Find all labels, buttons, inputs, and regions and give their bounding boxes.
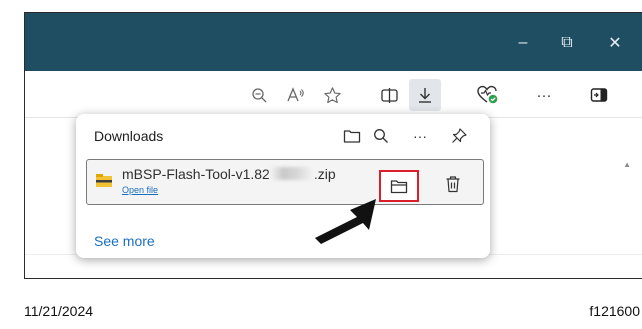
restore-icon[interactable]: ⧉	[557, 33, 577, 53]
download-item[interactable]: mBSP-Flash-Tool-v1.82 .zip Open file	[86, 159, 484, 205]
browser-toolbar: ···	[25, 71, 642, 117]
close-icon[interactable]: ✕	[605, 33, 625, 53]
figure-id: f121600	[589, 303, 640, 319]
pin-icon[interactable]	[448, 125, 470, 147]
footer-date: 11/21/2024	[24, 303, 94, 319]
split-screen-icon[interactable]	[377, 83, 401, 107]
title-bar: – ⧉ ✕	[25, 13, 642, 71]
search-icon[interactable]	[370, 125, 392, 147]
zip-file-icon	[96, 174, 112, 187]
downloads-icon[interactable]	[409, 79, 441, 111]
browser-window: – ⧉ ✕ ··· ▲ Downloads ··· mBSP-Flash-Too…	[24, 12, 642, 279]
scroll-up-arrow-icon[interactable]: ▲	[623, 160, 631, 169]
filename-end: .zip	[313, 166, 336, 182]
see-more-link[interactable]: See more	[94, 233, 155, 249]
filename-start: mBSP-Flash-Tool-v1.82	[122, 166, 270, 182]
zoom-out-icon[interactable]	[247, 83, 271, 107]
more-icon[interactable]: ···	[532, 83, 556, 107]
sidebar-icon[interactable]	[587, 83, 611, 107]
trash-icon	[446, 176, 460, 193]
folder-icon	[390, 179, 408, 193]
downloads-title: Downloads	[94, 128, 164, 144]
redacted-text	[269, 167, 314, 180]
show-in-folder-button[interactable]	[379, 170, 419, 202]
downloads-panel: Downloads ··· mBSP-Flash-Tool-v1.82 .zip …	[76, 114, 490, 258]
open-file-link[interactable]: Open file	[122, 185, 158, 195]
delete-button[interactable]	[441, 172, 465, 196]
download-filename: mBSP-Flash-Tool-v1.82 .zip	[122, 166, 336, 182]
minimize-icon[interactable]: –	[513, 33, 533, 53]
browser-essentials-icon[interactable]	[475, 83, 499, 107]
more-options-icon[interactable]: ···	[409, 125, 431, 147]
read-aloud-icon[interactable]	[284, 83, 308, 107]
pointer-arrow-icon	[315, 199, 376, 244]
open-downloads-folder-icon[interactable]	[341, 125, 363, 147]
favorite-star-icon[interactable]	[320, 83, 344, 107]
